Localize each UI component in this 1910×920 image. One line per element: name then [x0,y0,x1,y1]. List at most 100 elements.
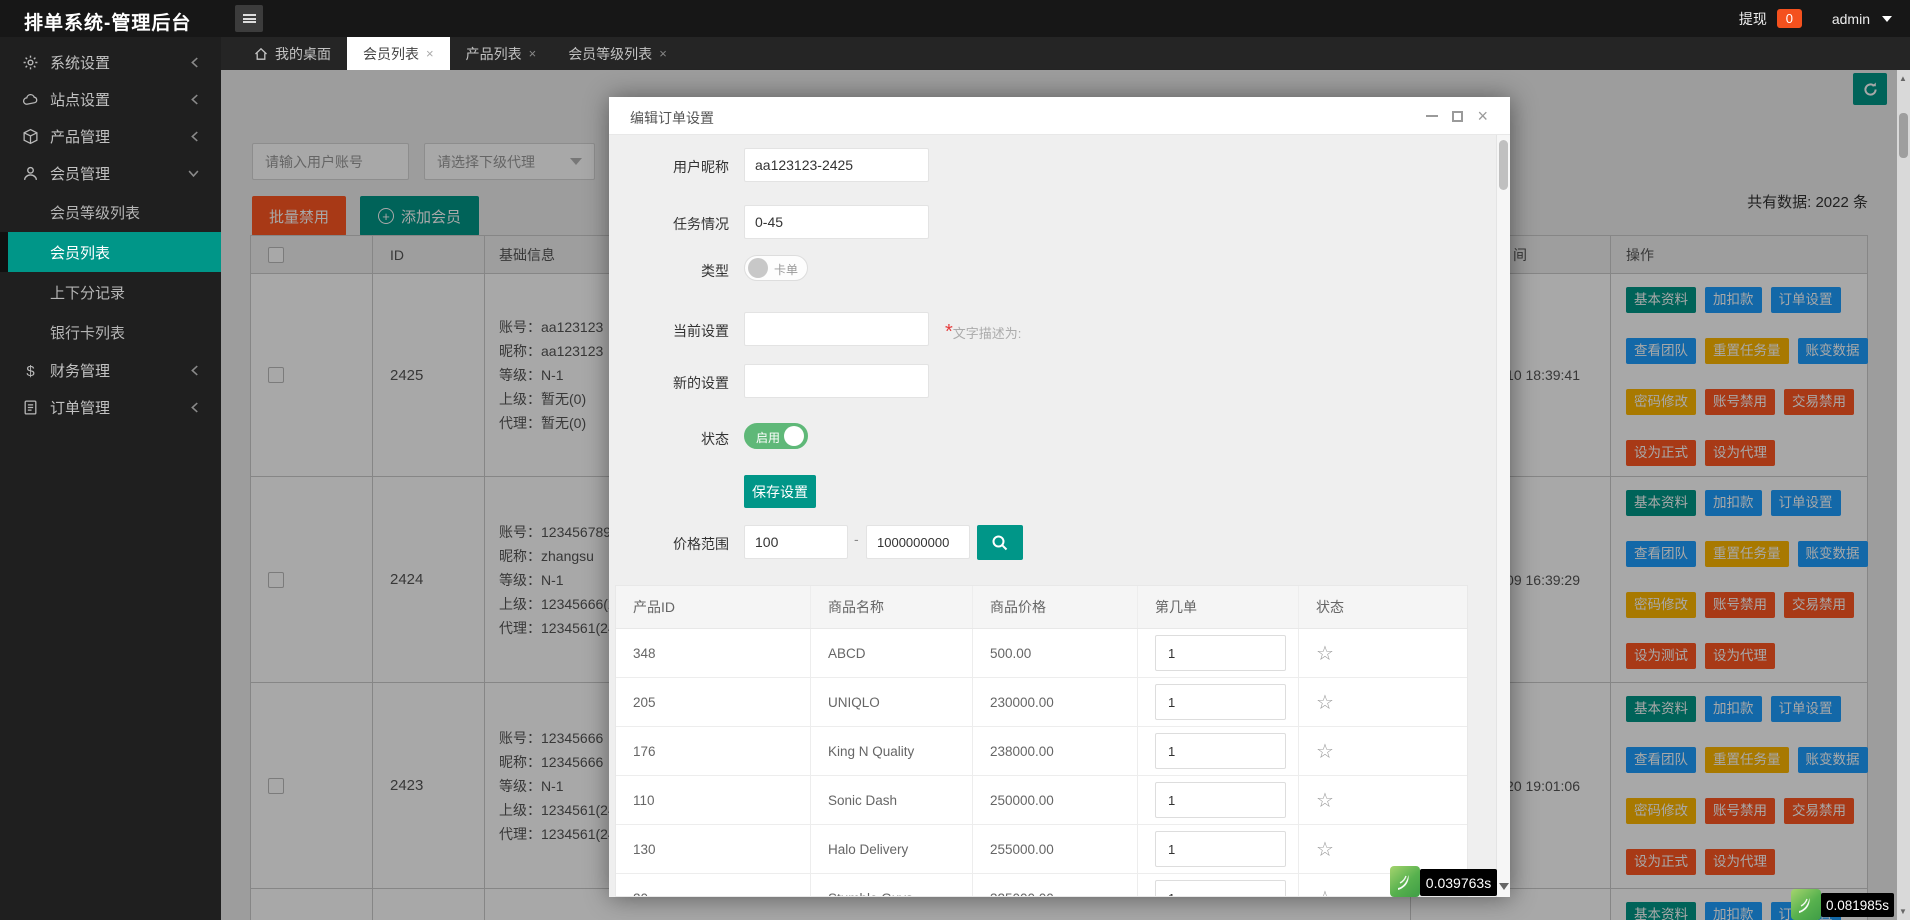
sidebar-item-label: 财务管理 [50,360,110,381]
scroll-up-arrow-icon[interactable]: ▲ [1899,74,1907,83]
tab-close-icon[interactable]: × [659,46,667,61]
price-min-input[interactable] [744,525,848,559]
sidebar-subitem[interactable]: 会员列表 [0,232,221,272]
admin-user-menu[interactable]: admin [1832,11,1870,27]
modal-title: 编辑订单设置 [630,108,714,128]
modal-header: 编辑订单设置 × [609,97,1510,135]
star-icon[interactable]: ☆ [1316,690,1334,715]
new-setting-input[interactable] [744,364,929,398]
sidebar-subitem[interactable]: 银行卡列表 [0,312,221,352]
sidebar-item-label: 站点设置 [50,89,110,110]
withdraw-count-badge[interactable]: 0 [1777,9,1802,28]
order-number-input[interactable] [1155,782,1286,818]
svg-text:$: $ [26,363,35,378]
modal-scroll-down-icon[interactable] [1499,883,1509,890]
app-title: 排单系统-管理后台 [24,8,191,35]
product-status-cell: ☆ [1299,678,1468,726]
product-table-header: 产品ID商品名称商品价格第几单状态 [616,586,1467,629]
product-id-cell: 176 [616,727,811,775]
product-order-cell [1138,629,1299,677]
toggle-knob [784,426,804,446]
order-number-input[interactable] [1155,684,1286,720]
page-scrollbar[interactable]: ▲ ▼ [1897,70,1910,920]
star-icon[interactable]: ☆ [1316,886,1334,898]
scroll-down-arrow-icon[interactable]: ▼ [1899,907,1907,916]
task-label: 任务情况 [609,214,729,234]
sidebar-item-label: 订单管理 [50,397,110,418]
star-icon[interactable]: ☆ [1316,788,1334,813]
current-setting-input[interactable] [744,312,929,346]
sidebar-item-gear[interactable]: 系统设置 [0,44,221,81]
sidebar-item-label: 系统设置 [50,52,110,73]
sidebar-item-box[interactable]: 产品管理 [0,118,221,155]
leaf-swoosh-icon [1394,871,1416,893]
tabbar: 我的桌面会员列表×产品列表×会员等级列表× [221,37,1910,70]
tab-label: 我的桌面 [275,44,331,64]
modal-scrollbar-thumb[interactable] [1499,140,1508,190]
sidebar-item-label: 产品管理 [50,126,110,147]
star-icon[interactable]: ☆ [1316,641,1334,666]
product-order-cell [1138,678,1299,726]
order-number-input[interactable] [1155,831,1286,867]
chevron-left-icon [190,131,199,142]
product-row: 348ABCD500.00☆ [616,629,1467,678]
tab-item-1[interactable]: 会员列表 × [347,37,450,70]
hamburger-menu-button[interactable] [235,5,263,32]
hamburger-icon-bar [243,18,256,20]
order-number-input[interactable] [1155,733,1286,769]
star-icon[interactable]: ☆ [1316,739,1334,764]
status-toggle-label: 启用 [756,429,780,446]
status-toggle[interactable]: 启用 [744,423,808,449]
dollar-icon: $ [22,362,40,380]
sidebar-subitem[interactable]: 上下分记录 [0,272,221,312]
cloud-icon [22,91,40,109]
product-table: 产品ID商品名称商品价格第几单状态348ABCD500.00☆205UNIQLO… [615,585,1468,897]
tab-close-icon[interactable]: × [529,46,537,61]
close-icon[interactable]: × [1477,107,1488,125]
sidebar-item-dollar[interactable]: $ 财务管理 [0,352,221,389]
modal-scrollbar[interactable] [1496,135,1510,897]
sidebar-subitem-label: 会员等级列表 [50,202,140,223]
price-search-button[interactable] [977,525,1023,560]
product-price-cell: 325000.00 [973,874,1138,897]
tab-item-3[interactable]: 会员等级列表× [552,37,683,70]
price-range-dash: - [854,531,859,547]
type-toggle[interactable]: 卡单 [744,255,808,281]
chevron-left-icon [190,57,199,68]
order-number-input[interactable] [1155,880,1286,897]
star-icon[interactable]: ☆ [1316,837,1334,862]
sidebar-item-user[interactable]: 会员管理 [0,155,221,192]
tab-item-2[interactable]: 产品列表× [450,37,553,70]
product-row: 110Sonic Dash250000.00☆ [616,776,1467,825]
sidebar-subitem[interactable]: 会员等级列表 [0,192,221,232]
edit-order-settings-modal: 编辑订单设置 × 用户昵称 任务情况 类型 卡单 当前设置 *文字描述为: 新的… [609,97,1510,897]
minimize-icon[interactable] [1426,115,1438,117]
product-id-cell: 20 [616,874,811,897]
sidebar-item-cloud[interactable]: 站点设置 [0,81,221,118]
withdraw-link[interactable]: 提现 [1739,9,1767,29]
home-icon [254,47,268,61]
maximize-icon[interactable] [1452,111,1463,122]
chevron-left-icon [190,94,199,105]
nickname-input[interactable] [744,148,929,182]
sidebar-item-order[interactable]: 订单管理 [0,389,221,426]
product-status-cell: ☆ [1299,629,1468,677]
tab-label: 会员列表 [363,44,419,64]
thinkphp-trace-icon[interactable] [1390,866,1420,897]
sidebar-item-label: 会员管理 [50,163,110,184]
product-status-cell: ☆ [1299,727,1468,775]
price-max-input[interactable] [866,525,970,559]
product-name-cell: Halo Delivery [811,825,973,873]
thinkphp-trace-icon[interactable] [1791,889,1821,920]
product-order-cell [1138,727,1299,775]
tab-desktop[interactable]: 我的桌面 [238,37,347,70]
page-scrollbar-thumb[interactable] [1899,113,1908,158]
task-input[interactable] [744,205,929,239]
product-price-cell: 230000.00 [973,678,1138,726]
order-number-input[interactable] [1155,635,1286,671]
product-name-cell: UNIQLO [811,678,973,726]
product-row: 205UNIQLO230000.00☆ [616,678,1467,727]
new-setting-label: 新的设置 [609,373,729,393]
save-settings-button[interactable]: 保存设置 [744,475,816,508]
tab-close-icon[interactable]: × [426,46,434,61]
